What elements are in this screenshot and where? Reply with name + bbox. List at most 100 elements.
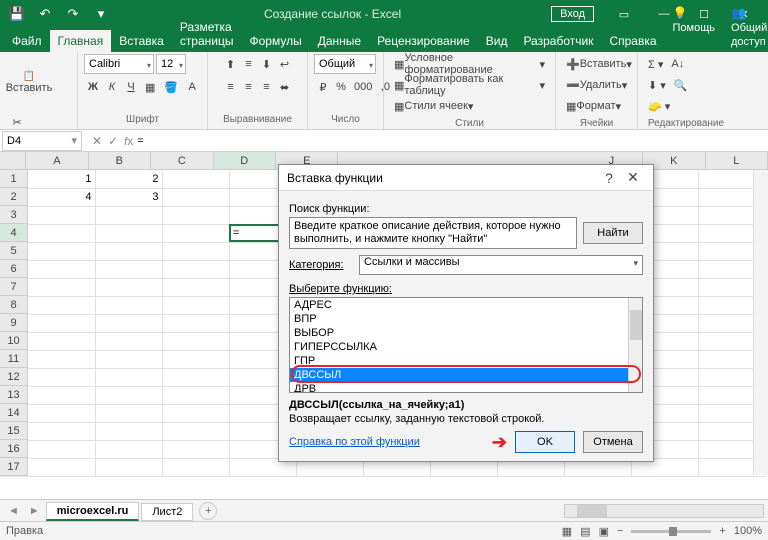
autosum-icon[interactable]: Σ ▾	[644, 54, 667, 74]
paste-button[interactable]: 📋Вставить	[6, 54, 52, 110]
font-size-select[interactable]: 12	[156, 54, 186, 74]
tab-insert[interactable]: Вставка	[111, 30, 172, 52]
tab-review[interactable]: Рецензирование	[369, 30, 478, 52]
accept-formula-icon[interactable]: ✓	[108, 134, 118, 148]
find-button[interactable]: Найти	[583, 222, 643, 244]
tab-file[interactable]: Файл	[4, 30, 50, 52]
fx-icon[interactable]: fx	[124, 134, 133, 148]
border-icon[interactable]: ▦	[141, 77, 159, 97]
row-1[interactable]: 1	[0, 170, 28, 188]
delete-cells-button[interactable]: ➖ Удалить ▾	[562, 75, 631, 95]
percent-icon[interactable]: %	[332, 77, 350, 97]
zoom-slider[interactable]	[631, 530, 711, 533]
function-item[interactable]: ДВССЫЛ	[290, 368, 642, 382]
row-8[interactable]: 8	[0, 296, 28, 314]
col-C[interactable]: C	[151, 152, 213, 169]
tab-developer[interactable]: Разработчик	[515, 30, 601, 52]
row-17[interactable]: 17	[0, 458, 28, 476]
tab-formulas[interactable]: Формулы	[241, 30, 309, 52]
function-help-link[interactable]: Справка по этой функции	[289, 436, 420, 448]
row-6[interactable]: 6	[0, 260, 28, 278]
sheet-nav-prev-icon[interactable]: ◄	[4, 505, 23, 517]
fill-icon[interactable]: ⬇ ▾	[644, 75, 670, 95]
name-box[interactable]: D4▾	[2, 131, 82, 151]
italic-icon[interactable]: К	[103, 77, 121, 97]
col-A[interactable]: A	[26, 152, 88, 169]
row-15[interactable]: 15	[0, 422, 28, 440]
zoom-value[interactable]: 100%	[734, 525, 762, 537]
align-mid-icon[interactable]: ≡	[240, 54, 258, 74]
zoom-out-icon[interactable]: −	[617, 525, 623, 537]
row-9[interactable]: 9	[0, 314, 28, 332]
view-normal-icon[interactable]: ▦	[562, 525, 572, 538]
underline-icon[interactable]: Ч	[122, 77, 140, 97]
zoom-in-icon[interactable]: +	[719, 525, 725, 537]
row-5[interactable]: 5	[0, 242, 28, 260]
row-16[interactable]: 16	[0, 440, 28, 458]
wrap-icon[interactable]: ↩	[276, 54, 294, 74]
function-item[interactable]: АДРЕС	[290, 298, 642, 312]
row-11[interactable]: 11	[0, 350, 28, 368]
currency-icon[interactable]: ₽	[314, 77, 332, 97]
col-B[interactable]: B	[89, 152, 151, 169]
search-function-input[interactable]: Введите краткое описание действия, котор…	[289, 217, 577, 249]
font-name-select[interactable]: Calibri	[84, 54, 154, 74]
comma-icon[interactable]: 000	[350, 77, 376, 97]
row-14[interactable]: 14	[0, 404, 28, 422]
cancel-button[interactable]: Отмена	[583, 431, 643, 453]
find-icon[interactable]: 🔍	[670, 75, 692, 95]
function-item[interactable]: ВПР	[290, 312, 642, 326]
function-item[interactable]: ГИПЕРССЫЛКА	[290, 340, 642, 354]
add-sheet-button[interactable]: +	[199, 502, 217, 520]
function-list-scrollbar[interactable]	[628, 298, 642, 392]
sheet-nav-next-icon[interactable]: ►	[25, 505, 44, 517]
clear-icon[interactable]: 🧽 ▾	[644, 96, 674, 116]
row-13[interactable]: 13	[0, 386, 28, 404]
cancel-formula-icon[interactable]: ✕	[92, 134, 102, 148]
function-item[interactable]: ГПР	[290, 354, 642, 368]
col-L[interactable]: L	[706, 152, 768, 169]
function-item[interactable]: ДРВ	[290, 382, 642, 393]
login-button[interactable]: Вход	[551, 6, 594, 22]
align-center-icon[interactable]: ≡	[240, 77, 258, 97]
undo-icon[interactable]: ↶	[32, 2, 58, 26]
row-12[interactable]: 12	[0, 368, 28, 386]
bold-icon[interactable]: Ж	[84, 77, 102, 97]
redo-icon[interactable]: ↷	[60, 2, 86, 26]
tab-help[interactable]: Справка	[601, 30, 664, 52]
ok-button[interactable]: OK	[515, 431, 575, 453]
insert-cells-button[interactable]: ➕ Вставить ▾	[562, 54, 636, 74]
view-page-icon[interactable]: ▤	[580, 525, 590, 538]
cond-format-button[interactable]: ▦ Условное форматирование ▾	[390, 54, 549, 74]
row-10[interactable]: 10	[0, 332, 28, 350]
cell-styles-button[interactable]: ▦ Стили ячеек ▾	[390, 96, 477, 116]
sheet-tab-2[interactable]: Лист2	[141, 503, 193, 521]
sheet-tab-1[interactable]: microexcel.ru	[46, 502, 140, 521]
tab-view[interactable]: Вид	[478, 30, 516, 52]
row-7[interactable]: 7	[0, 278, 28, 296]
font-color-icon[interactable]: A	[183, 77, 201, 97]
tell-me[interactable]: 💡 Помощь	[665, 2, 724, 52]
formula-input[interactable]: =	[133, 135, 768, 147]
share-button[interactable]: 👥 Общий доступ	[723, 2, 768, 52]
number-format-select[interactable]: Общий	[314, 54, 376, 74]
dialog-help-icon[interactable]: ?	[597, 170, 621, 186]
align-bot-icon[interactable]: ⬇	[258, 54, 276, 74]
category-select[interactable]: Ссылки и массивы	[359, 255, 643, 275]
qat-customize-icon[interactable]: ▾	[88, 2, 114, 26]
row-4[interactable]: 4	[0, 224, 28, 242]
row-2[interactable]: 2	[0, 188, 28, 206]
vertical-scrollbar[interactable]	[753, 170, 768, 475]
tab-home[interactable]: Главная	[50, 30, 112, 52]
ribbon-options-icon[interactable]: ▭	[604, 0, 644, 28]
col-D[interactable]: D	[214, 152, 276, 169]
align-top-icon[interactable]: ⬆	[222, 54, 240, 74]
function-item[interactable]: ВЫБОР	[290, 326, 642, 340]
dialog-close-icon[interactable]: ✕	[621, 169, 645, 186]
format-table-button[interactable]: ▦ Форматировать как таблицу ▾	[390, 75, 549, 95]
tab-data[interactable]: Данные	[310, 30, 369, 52]
horizontal-scrollbar[interactable]	[564, 504, 764, 518]
function-list[interactable]: АДРЕСВПРВЫБОРГИПЕРССЫЛКАГПРДВССЫЛДРВ	[289, 297, 643, 393]
format-cells-button[interactable]: ▦ Формат ▾	[562, 96, 625, 116]
cut-icon[interactable]: ✂	[6, 112, 28, 132]
